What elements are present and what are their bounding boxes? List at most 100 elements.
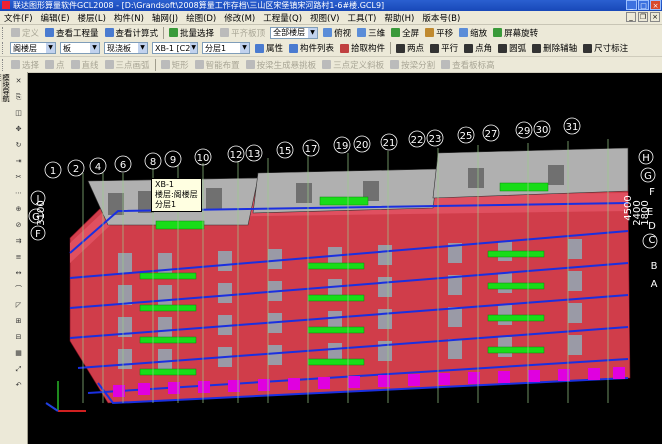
menu-floor[interactable]: 楼层(L) — [74, 12, 110, 24]
array-icon[interactable]: ▦ — [13, 348, 24, 358]
dimension-icon — [583, 43, 593, 53]
mirror-icon[interactable]: ◫ — [13, 108, 24, 118]
rotate-icon[interactable]: ↻ — [13, 140, 24, 150]
extend-icon[interactable]: ⇥ — [13, 156, 24, 166]
point-button[interactable]: 点 — [42, 58, 68, 71]
line-button[interactable]: 直线 — [68, 58, 102, 71]
axis-number: 29 — [518, 126, 531, 137]
type-select[interactable]: 板 ▼ — [60, 42, 100, 54]
two-point-button[interactable]: 两点 — [393, 42, 427, 55]
define-button[interactable]: 定义 — [8, 26, 42, 39]
chevron-down-icon: ▼ — [46, 43, 55, 53]
parallel-button[interactable]: 平行 — [427, 42, 461, 55]
break-icon[interactable]: ⋯ — [13, 188, 24, 198]
delete-aux-label: 删除辅轴 — [543, 44, 578, 54]
subtype-select[interactable]: 现浇板 ▼ — [104, 42, 148, 54]
menu-version[interactable]: 版本号(B) — [418, 12, 464, 24]
merge-icon[interactable]: ⊞ — [13, 316, 24, 326]
menu-help[interactable]: 帮助(H) — [380, 12, 418, 24]
smart-layout-button[interactable]: 智能布置 — [192, 58, 243, 71]
three-point-slope-button[interactable]: 三点定义斜板 — [319, 58, 387, 71]
delete-aux-button[interactable]: 删除辅轴 — [529, 42, 580, 55]
layer-select[interactable]: 分层1 ▼ — [202, 42, 250, 54]
drawing-canvas[interactable]: 1 2 4 6 8 9 10 12 13 15 17 19 20 21 22 2… — [28, 73, 662, 444]
divide-icon[interactable]: ⊟ — [13, 332, 24, 342]
maximize-button[interactable]: □ — [638, 0, 649, 10]
select-button[interactable]: 选择 — [8, 58, 42, 71]
close-button[interactable]: × — [650, 0, 661, 10]
properties-button[interactable]: 属性 — [252, 42, 286, 55]
floor-scope-select[interactable]: 全部楼层 ▼ — [270, 26, 319, 39]
menu-draw[interactable]: 绘图(D) — [182, 12, 220, 24]
menu-quantity[interactable]: 工程量(Q) — [259, 12, 306, 24]
move-icon[interactable]: ✥ — [13, 124, 24, 134]
zoom-button[interactable]: 缩放 — [456, 26, 490, 39]
chevron-down-icon: ▼ — [308, 27, 318, 38]
building-3d-view[interactable]: 1 2 4 6 8 9 10 12 13 15 17 19 20 21 22 2… — [28, 73, 662, 444]
three-point-arc-button[interactable]: 三点画弧 — [102, 58, 153, 71]
fullscreen-button[interactable]: 全屏 — [388, 26, 422, 39]
copy-icon[interactable]: ⎘ — [13, 92, 24, 102]
main-toolbar: 定义 查看工程量 查看计算式 批量选择 平齐板顶 全部楼层 ▼ 俯视 三维 全屏 … — [0, 25, 662, 41]
batch-select-button[interactable]: 批量选择 — [166, 26, 217, 39]
parallel-icon — [430, 43, 440, 53]
point-angle-button[interactable]: 点角 — [461, 42, 495, 55]
stretch-icon[interactable]: ↔ — [13, 268, 24, 278]
menu-axis[interactable]: 轴网(J) — [148, 12, 182, 24]
gen-by-beam-button[interactable]: 按梁生成悬挑板 — [243, 58, 320, 71]
menu-modify[interactable]: 修改(M) — [220, 12, 259, 24]
view-formula-button[interactable]: 查看计算式 — [102, 26, 162, 39]
layer-value: 分层1 — [205, 43, 227, 53]
view-formula-label: 查看计算式 — [115, 28, 159, 39]
view-slab-info-button[interactable]: 查看板标高 — [438, 58, 498, 71]
undo-icon[interactable]: ↶ — [13, 380, 24, 390]
subtype-value: 现浇板 — [107, 43, 131, 53]
three-d-button[interactable]: 三维 — [354, 26, 388, 39]
module-nav-tab[interactable]: 模块导航栏 — [0, 74, 10, 102]
separator — [154, 58, 156, 71]
view-slab-info-label: 查看板标高 — [452, 60, 495, 71]
axis-number: 31 — [566, 122, 579, 133]
menu-tools[interactable]: 工具(T) — [344, 12, 381, 24]
define-icon — [11, 28, 20, 37]
arc-button[interactable]: 圆弧 — [495, 42, 529, 55]
component-list-button[interactable]: 构件列表 — [286, 42, 337, 55]
split-by-beam-button[interactable]: 按梁分割 — [387, 58, 438, 71]
rotate-button[interactable]: 屏幕旋转 — [490, 26, 541, 39]
fillet-icon[interactable]: ⌒ — [13, 284, 24, 294]
pan-button[interactable]: 平移 — [422, 26, 456, 39]
doc-minimize-button[interactable]: _ — [626, 12, 636, 22]
join-icon[interactable]: ⊕ — [13, 204, 24, 214]
pick-component-button[interactable]: 拾取构件 — [337, 42, 388, 55]
roof-opening — [468, 168, 484, 188]
align-icon[interactable]: ≡ — [13, 252, 24, 262]
split-by-beam-label: 按梁分割 — [401, 60, 436, 71]
rect-button[interactable]: 矩形 — [158, 58, 192, 71]
chamfer-icon[interactable]: ◸ — [13, 300, 24, 310]
doc-close-button[interactable]: × — [650, 12, 660, 22]
menu-edit[interactable]: 编辑(E) — [37, 12, 74, 24]
split-icon[interactable]: ⊘ — [13, 220, 24, 230]
minimize-button[interactable]: _ — [626, 0, 637, 10]
delete-icon[interactable]: ✕ — [13, 76, 24, 86]
floor-select[interactable]: 阁楼层 ▼ — [10, 42, 56, 54]
gen-by-beam-label: 按梁生成悬挑板 — [256, 60, 317, 71]
axis-letter: G — [644, 171, 652, 182]
flat-slab-button[interactable]: 平齐板顶 — [217, 26, 268, 39]
axis-number: 22 — [411, 135, 424, 146]
chevron-down-icon: ▼ — [240, 43, 249, 53]
element-select[interactable]: XB-1 [C2 ▼ — [152, 42, 198, 54]
menu-view[interactable]: 视图(V) — [306, 12, 343, 24]
menu-component[interactable]: 构件(N) — [110, 12, 148, 24]
doc-restore-button[interactable]: ❐ — [638, 12, 648, 22]
menu-file[interactable]: 文件(F) — [0, 12, 37, 24]
dimension-button[interactable]: 尺寸标注 — [580, 42, 631, 55]
top-view-button[interactable]: 俯视 — [320, 26, 354, 39]
view-quantity-button[interactable]: 查看工程量 — [42, 26, 102, 39]
offset-icon[interactable]: ⇉ — [13, 236, 24, 246]
trim-icon[interactable]: ✂ — [13, 172, 24, 182]
zoom-label: 缩放 — [470, 28, 488, 39]
tooltip-line: 楼层:阁楼层 — [155, 190, 198, 199]
scale-icon[interactable]: ⤢ — [13, 364, 24, 374]
rotate-icon — [493, 28, 503, 37]
